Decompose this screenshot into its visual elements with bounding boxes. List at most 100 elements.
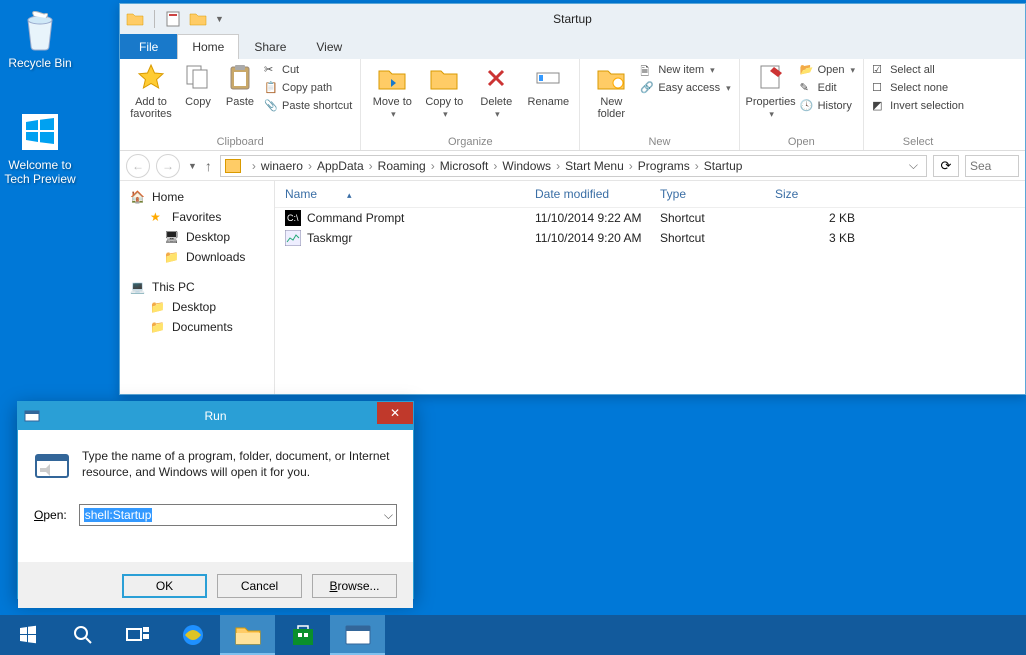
taskbar — [0, 615, 1026, 655]
nav-back-button[interactable]: ← — [126, 154, 150, 178]
start-button[interactable] — [0, 615, 55, 655]
list-item[interactable]: C:\Command Prompt 11/10/2014 9:22 AM Sho… — [275, 208, 1025, 228]
col-type[interactable]: Type — [660, 187, 775, 201]
breadcrumb[interactable]: › winaero› AppData› Roaming› Microsoft› … — [220, 155, 927, 177]
ribbon: Add to favorites Copy Paste ✂Cut 📋Copy p… — [120, 59, 1025, 151]
new-folder-icon[interactable] — [189, 10, 207, 28]
desktop-icon-welcome[interactable]: Welcome to Tech Preview — [0, 108, 80, 186]
explorer-window: ▼ Startup File Home Share View Add to fa… — [119, 3, 1026, 395]
run-dialog: Run ✕ Type the name of a program, folder… — [17, 401, 414, 599]
folder-icon: 📁 — [150, 300, 166, 314]
folder-icon: 📁 — [164, 250, 180, 264]
edit-button[interactable]: ✎Edit — [800, 81, 855, 95]
tab-view[interactable]: View — [301, 34, 357, 59]
taskbar-run[interactable] — [330, 615, 385, 655]
properties-button[interactable]: Properties▾ — [748, 63, 794, 120]
easy-access-button[interactable]: 🔗Easy access▾ — [640, 81, 730, 95]
tab-share[interactable]: Share — [239, 34, 301, 59]
rename-button[interactable]: Rename — [525, 63, 571, 108]
move-to-button[interactable]: Move to▾ — [369, 63, 415, 120]
sort-asc-icon: ▴ — [347, 190, 352, 200]
easy-access-icon: 🔗 — [640, 81, 654, 95]
ribbon-group-select: ☑Select all ☐Select none ◩Invert selecti… — [864, 59, 972, 150]
browse-button[interactable]: Browse... — [312, 574, 397, 598]
paste-button[interactable]: Paste — [222, 63, 258, 108]
ribbon-group-open: Properties▾ 📂Open▾ ✎Edit 🕓History Open — [740, 59, 864, 150]
task-view-button[interactable] — [110, 615, 165, 655]
add-to-favorites-button[interactable]: Add to favorites — [128, 63, 174, 120]
open-button[interactable]: 📂Open▾ — [800, 63, 855, 77]
nav-pc-documents[interactable]: 📁Documents — [120, 317, 274, 337]
taskbar-explorer[interactable] — [220, 615, 275, 655]
explorer-titlebar[interactable]: ▼ Startup — [120, 4, 1025, 34]
rename-icon — [533, 63, 563, 93]
search-input[interactable] — [965, 155, 1019, 177]
scissors-icon: ✂ — [264, 63, 278, 77]
select-all-button[interactable]: ☑Select all — [872, 63, 964, 77]
select-none-button[interactable]: ☐Select none — [872, 81, 964, 95]
run-title: Run — [18, 409, 413, 423]
history-button[interactable]: 🕓History — [800, 99, 855, 113]
nav-this-pc[interactable]: 💻This PC — [120, 277, 274, 297]
copy-to-button[interactable]: Copy to▾ — [421, 63, 467, 120]
ribbon-group-organize: Move to▾ Copy to▾ Delete▾ Rename Organiz… — [361, 59, 580, 150]
nav-pc-desktop[interactable]: 📁Desktop — [120, 297, 274, 317]
chevron-down-icon[interactable]: ⌵ — [384, 508, 393, 523]
taskbar-store[interactable] — [275, 615, 330, 655]
close-button[interactable]: ✕ — [377, 402, 413, 424]
copy-folder-icon — [429, 63, 459, 93]
paste-shortcut-button[interactable]: 📎Paste shortcut — [264, 99, 352, 113]
chevron-down-icon[interactable]: ⌵ — [905, 158, 922, 173]
delete-button[interactable]: Delete▾ — [473, 63, 519, 120]
search-button[interactable] — [55, 615, 110, 655]
tab-home[interactable]: Home — [177, 34, 239, 59]
tab-file[interactable]: File — [120, 34, 177, 59]
window-title: Startup — [553, 12, 592, 26]
file-list: Name▴ Date modified Type Size C:\Command… — [275, 181, 1025, 394]
address-bar: ← → ▼ ↑ › winaero› AppData› Roaming› Mic… — [120, 151, 1025, 181]
desktop-icon: 🖥 — [164, 230, 180, 244]
col-name[interactable]: Name▴ — [285, 187, 535, 201]
run-app-icon — [34, 448, 70, 484]
folder-icon — [225, 159, 241, 173]
cancel-button[interactable]: Cancel — [217, 574, 302, 598]
list-item[interactable]: Taskmgr 11/10/2014 9:20 AM Shortcut 3 KB — [275, 228, 1025, 248]
col-size[interactable]: Size — [775, 187, 855, 201]
cmd-icon: C:\ — [285, 210, 301, 226]
history-icon: 🕓 — [800, 99, 814, 113]
new-item-button[interactable]: 🗎New item▾ — [640, 63, 730, 77]
copy-button[interactable]: Copy — [180, 63, 216, 108]
move-folder-icon — [377, 63, 407, 93]
col-date[interactable]: Date modified — [535, 187, 660, 201]
paste-icon — [225, 63, 255, 93]
run-open-label: Open: — [34, 508, 67, 522]
taskmgr-icon — [285, 230, 301, 246]
recent-locations-button[interactable]: ▼ — [188, 161, 197, 171]
invert-selection-button[interactable]: ◩Invert selection — [872, 99, 964, 113]
nav-forward-button[interactable]: → — [156, 154, 180, 178]
cut-button[interactable]: ✂Cut — [264, 63, 352, 77]
nav-fav-desktop[interactable]: 🖥Desktop — [120, 227, 274, 247]
nav-fav-downloads[interactable]: 📁Downloads — [120, 247, 274, 267]
nav-up-button[interactable]: ↑ — [203, 158, 214, 174]
ok-button[interactable]: OK — [122, 574, 207, 598]
properties-icon[interactable] — [165, 10, 183, 28]
properties-icon — [756, 63, 786, 93]
refresh-button[interactable]: ⟳ — [933, 155, 959, 177]
nav-home[interactable]: 🏠Home — [120, 187, 274, 207]
nav-favorites[interactable]: ★Favorites — [120, 207, 274, 227]
taskbar-ie[interactable] — [165, 615, 220, 655]
run-input[interactable]: shell:Startup ⌵ — [79, 504, 397, 526]
folder-icon: 📁 — [150, 320, 166, 334]
desktop-icon-label: Recycle Bin — [0, 56, 80, 70]
desktop-icon-recycle-bin[interactable]: Recycle Bin — [0, 6, 80, 70]
run-titlebar[interactable]: Run ✕ — [18, 402, 413, 430]
navigation-pane: 🏠Home ★Favorites 🖥Desktop 📁Downloads 💻Th… — [120, 181, 275, 394]
column-headers: Name▴ Date modified Type Size — [275, 181, 1025, 208]
copy-path-button[interactable]: 📋Copy path — [264, 81, 352, 95]
select-none-icon: ☐ — [872, 81, 886, 95]
path-icon: 📋 — [264, 81, 278, 95]
recycle-bin-icon — [16, 6, 64, 54]
new-folder-button[interactable]: New folder — [588, 63, 634, 120]
chevron-down-icon[interactable]: ▼ — [215, 14, 224, 24]
